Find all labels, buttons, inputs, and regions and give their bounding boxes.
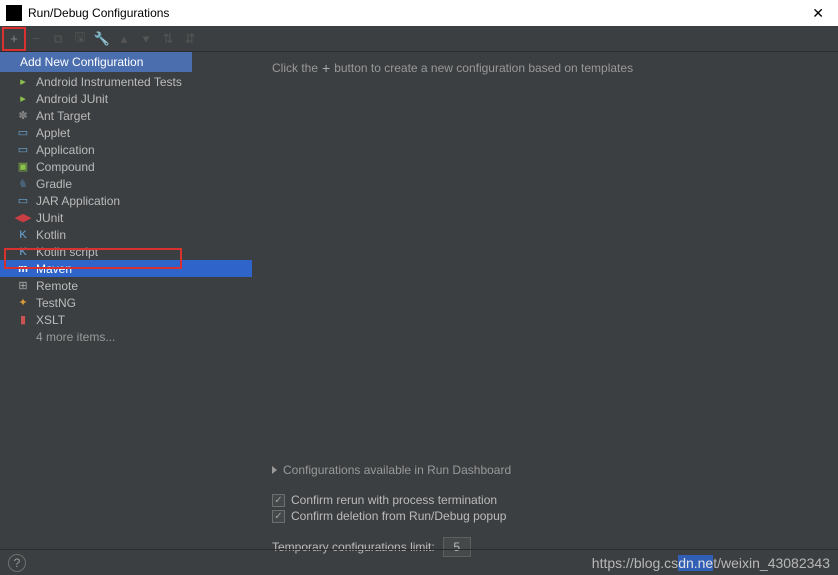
config-item-testng[interactable]: ✦ TestNG bbox=[0, 294, 252, 311]
config-item-junit[interactable]: ◀▶ JUnit bbox=[0, 209, 252, 226]
app-icon: ▭ bbox=[16, 143, 30, 157]
config-item-applet[interactable]: ▭ Applet bbox=[0, 124, 252, 141]
window-title: Run/Debug Configurations bbox=[28, 6, 169, 20]
config-item-label: Applet bbox=[36, 126, 70, 140]
jar-icon: ▭ bbox=[16, 194, 30, 208]
checkbox-icon[interactable]: ✓ bbox=[272, 494, 285, 507]
config-item-ant-target[interactable]: ✽ Ant Target bbox=[0, 107, 252, 124]
config-item-remote[interactable]: ⊞ Remote bbox=[0, 277, 252, 294]
config-list: ▸ Android Instrumented Tests ▸ Android JUni… bbox=[0, 73, 252, 328]
app-icon bbox=[6, 5, 22, 21]
testng-icon: ✦ bbox=[16, 296, 30, 310]
android-icon: ▸ bbox=[16, 92, 30, 106]
plus-icon: + bbox=[322, 60, 330, 76]
footer: ? https://blog.csdn.net/weixin_43082343 bbox=[0, 549, 838, 575]
config-item-android-instrumented-tests[interactable]: ▸ Android Instrumented Tests bbox=[0, 73, 252, 90]
save-button[interactable]: 🖫 bbox=[70, 29, 90, 49]
toolbar: + − ⧉ 🖫 🔧 ▴ ▾ ⇅ ⇵ bbox=[0, 26, 838, 52]
collapse-button[interactable]: ⇵ bbox=[180, 29, 200, 49]
config-item-label: JUnit bbox=[36, 211, 63, 225]
more-items[interactable]: 4 more items... bbox=[0, 328, 252, 346]
config-item-label: Compound bbox=[36, 160, 95, 174]
checkbox-deletion[interactable]: ✓ Confirm deletion from Run/Debug popup bbox=[272, 509, 818, 523]
config-item-kotlin[interactable]: K Kotlin bbox=[0, 226, 252, 243]
config-item-gradle[interactable]: ♞ Gradle bbox=[0, 175, 252, 192]
titlebar: Run/Debug Configurations ✕ bbox=[0, 0, 838, 26]
ant-icon: ✽ bbox=[16, 109, 30, 123]
hint-text: Click the + button to create a new confi… bbox=[272, 60, 818, 76]
kotlin-icon: K bbox=[16, 228, 30, 242]
wrench-icon[interactable]: 🔧 bbox=[92, 29, 112, 49]
add-button[interactable]: + bbox=[4, 29, 24, 49]
maven-icon: m bbox=[16, 262, 30, 276]
down-button[interactable]: ▾ bbox=[136, 29, 156, 49]
config-item-label: Kotlin script bbox=[36, 245, 98, 259]
main-area: Add New Configuration ▸ Android Instrumen… bbox=[0, 52, 838, 575]
config-item-label: Application bbox=[36, 143, 95, 157]
config-item-label: Kotlin bbox=[36, 228, 66, 242]
help-icon[interactable]: ? bbox=[8, 554, 26, 572]
config-item-android-junit[interactable]: ▸ Android JUnit bbox=[0, 90, 252, 107]
kotlin-icon: K bbox=[16, 245, 30, 259]
gradle-icon: ♞ bbox=[16, 177, 30, 191]
android-icon: ▸ bbox=[16, 75, 30, 89]
copy-button[interactable]: ⧉ bbox=[48, 29, 68, 49]
config-dropdown: Add New Configuration ▸ Android Instrumen… bbox=[0, 52, 252, 346]
up-button[interactable]: ▴ bbox=[114, 29, 134, 49]
config-item-compound[interactable]: ▣ Compound bbox=[0, 158, 252, 175]
config-item-label: Remote bbox=[36, 279, 78, 293]
config-item-label: Maven bbox=[36, 262, 72, 276]
config-item-maven[interactable]: m Maven bbox=[0, 260, 252, 277]
remove-button[interactable]: − bbox=[26, 29, 46, 49]
junit-icon: ◀▶ bbox=[16, 211, 30, 225]
config-item-label: Android Instrumented Tests bbox=[36, 75, 182, 89]
remote-icon: ⊞ bbox=[16, 279, 30, 293]
dashboard-expander[interactable]: Configurations available in Run Dashboar… bbox=[272, 463, 818, 477]
xslt-icon: ▮ bbox=[16, 313, 30, 327]
config-item-label: Ant Target bbox=[36, 109, 90, 123]
close-icon[interactable]: ✕ bbox=[804, 3, 832, 24]
config-item-label: XSLT bbox=[36, 313, 65, 327]
config-item-jar-application[interactable]: ▭ JAR Application bbox=[0, 192, 252, 209]
watermark: https://blog.csdn.net/weixin_43082343 bbox=[592, 555, 830, 571]
config-item-label: Android JUnit bbox=[36, 92, 108, 106]
compound-icon: ▣ bbox=[16, 160, 30, 174]
config-item-label: Gradle bbox=[36, 177, 72, 191]
config-item-label: JAR Application bbox=[36, 194, 120, 208]
chevron-right-icon bbox=[272, 466, 277, 474]
applet-icon: ▭ bbox=[16, 126, 30, 140]
sidebar: Add New Configuration ▸ Android Instrumen… bbox=[0, 52, 252, 575]
content-panel: Click the + button to create a new confi… bbox=[252, 52, 838, 575]
config-item-application[interactable]: ▭ Application bbox=[0, 141, 252, 158]
dropdown-header: Add New Configuration bbox=[0, 52, 192, 72]
checkbox-rerun[interactable]: ✓ Confirm rerun with process termination bbox=[272, 493, 818, 507]
config-item-label: TestNG bbox=[36, 296, 76, 310]
config-item-kotlin-script[interactable]: K Kotlin script bbox=[0, 243, 252, 260]
config-item-xslt[interactable]: ▮ XSLT bbox=[0, 311, 252, 328]
checkbox-icon[interactable]: ✓ bbox=[272, 510, 285, 523]
expand-button[interactable]: ⇅ bbox=[158, 29, 178, 49]
